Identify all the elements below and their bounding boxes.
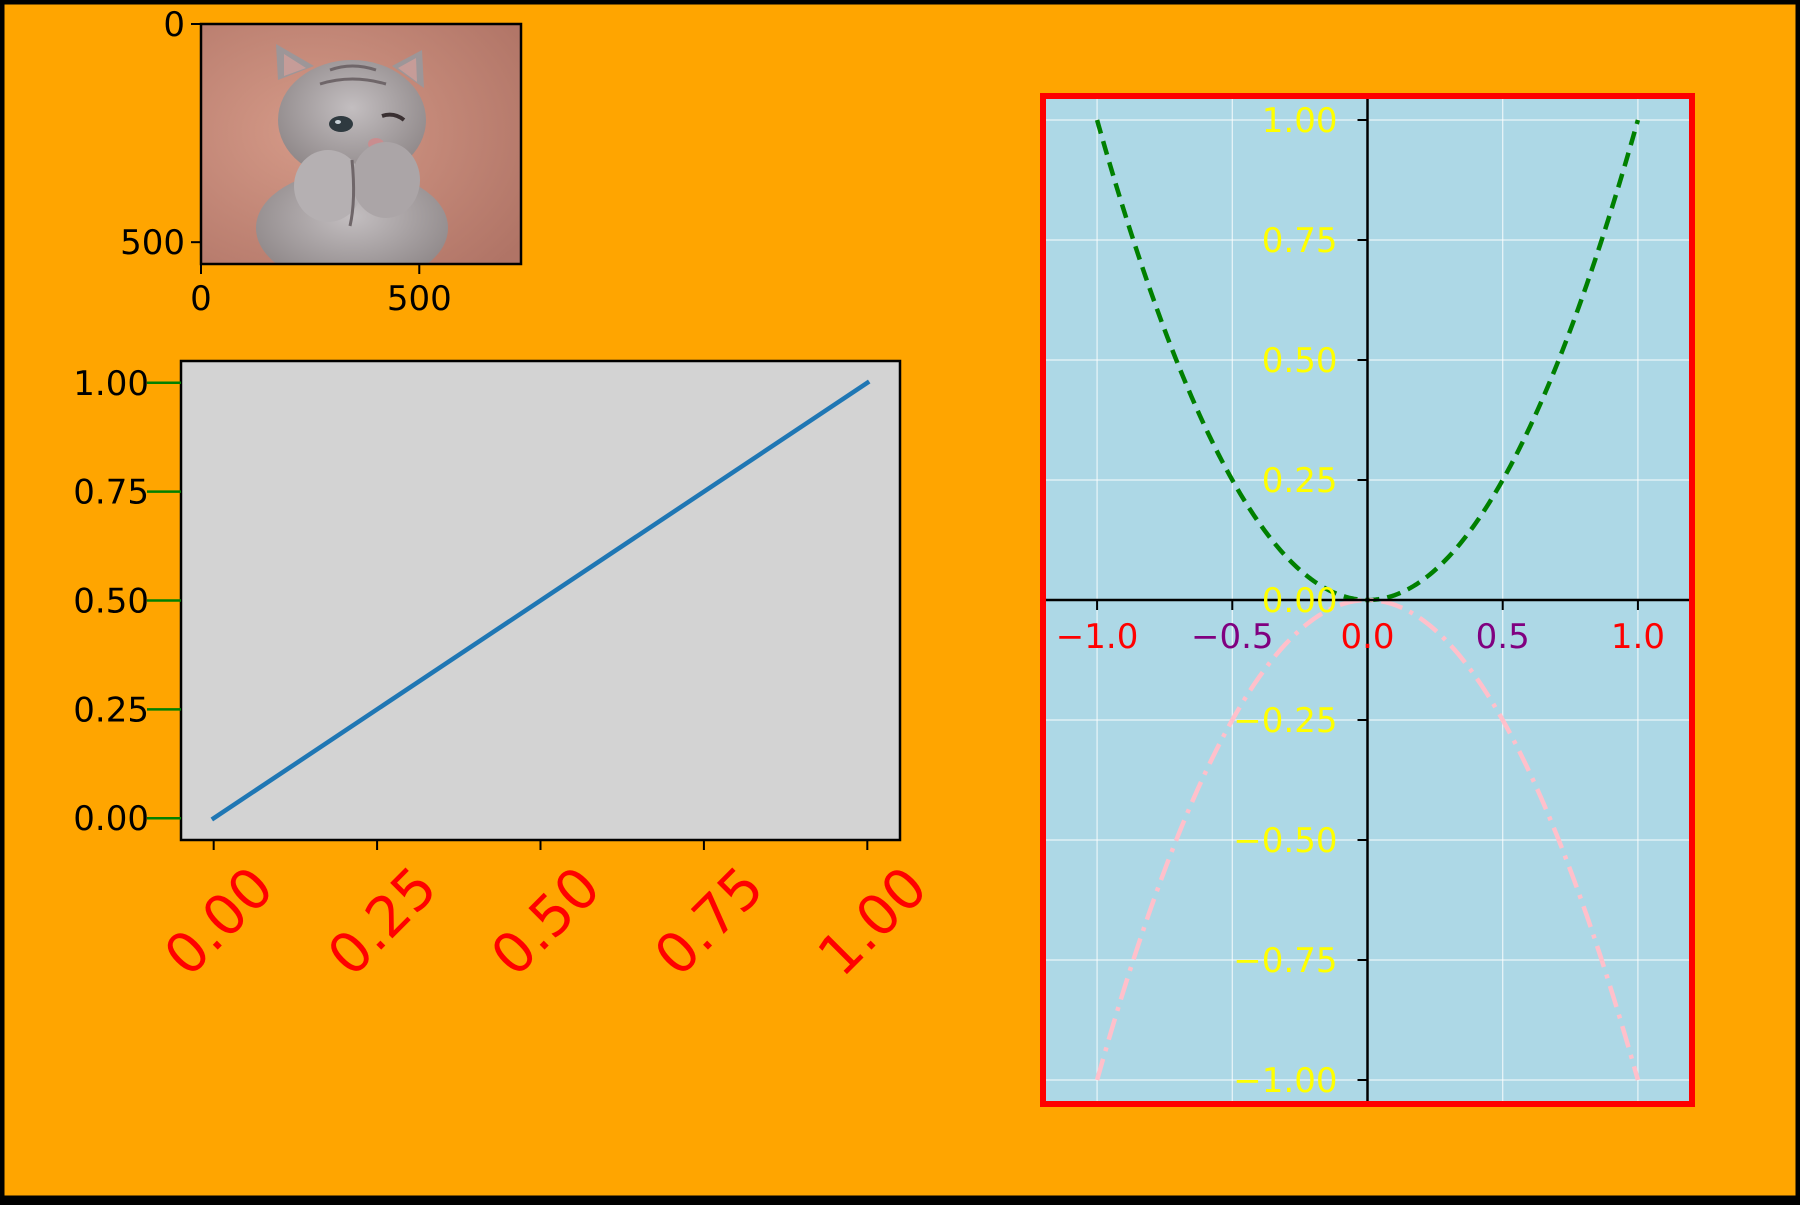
figure: 0 500 0 500 0.00 0.25 0.50 0.75 1.00 0.00 0.25 0.5… <box>0 0 1800 1201</box>
parabola-x-tick-label: 0.0 <box>1340 617 1394 657</box>
image-x-tick-label: 500 <box>387 279 452 319</box>
linear-y-tick-label: 0.25 <box>73 690 149 730</box>
parabola-y-tick-label: −0.50 <box>1233 821 1337 861</box>
kitten-right-paw <box>352 142 420 218</box>
figure-canvas: 0 5000500 0.00 0.25 0.50 0.75 1.000.000.250.5… <box>0 0 1800 1201</box>
parabola-y-tick-label: −0.75 <box>1233 941 1337 981</box>
parabola-x-tick-label: 1.0 <box>1611 617 1665 657</box>
parabola-y-tick-label: 0.00 <box>1262 581 1338 621</box>
image-y-tick-label: 500 <box>120 223 185 263</box>
image-y-tick-label: 0 <box>163 5 185 45</box>
kitten-image <box>201 24 521 264</box>
parabola-x-tick-label: 0.5 <box>1476 617 1530 657</box>
parabola-y-tick-label: 0.50 <box>1262 341 1338 381</box>
parabola-axes: −1.0 −0.5 0.0 0.5 1.0 −1.00 −0.75 −0.50 −0.25 0.0… <box>1040 93 1695 1107</box>
parabola-x-tick-label: −0.5 <box>1191 617 1274 657</box>
parabola-y-tick-label: 0.25 <box>1262 461 1338 501</box>
linear-y-tick-label: 0.75 <box>73 473 149 513</box>
parabola-y-tick-label: 1.00 <box>1262 101 1338 141</box>
linear-y-tick-label: 0.00 <box>73 799 149 839</box>
linear-y-tick-label: 0.50 <box>73 582 149 622</box>
kitten-left-eye-shine <box>335 120 341 124</box>
parabola-y-tick-label: −1.00 <box>1233 1061 1337 1101</box>
parabola-y-tick-label: 0.75 <box>1262 221 1338 261</box>
image-x-tick-label: 0 <box>190 279 212 319</box>
kitten-left-eye <box>329 116 353 132</box>
parabola-y-tick-label: −0.25 <box>1233 701 1337 741</box>
linear-y-tick-label: 1.00 <box>73 364 149 404</box>
parabola-x-tick-label: −1.0 <box>1056 617 1139 657</box>
